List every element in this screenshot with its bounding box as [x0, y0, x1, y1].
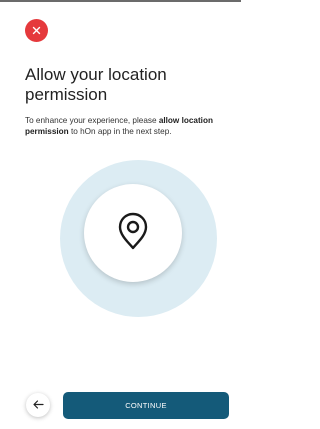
close-icon [32, 26, 41, 35]
continue-button[interactable]: CONTINUE [63, 392, 229, 419]
location-illustration [84, 184, 182, 282]
description-text: To enhance your experience, please allow… [25, 115, 230, 137]
description-prefix: To enhance your experience, please [25, 116, 159, 125]
close-button[interactable] [25, 19, 48, 42]
page-title: Allow your location permission [25, 65, 167, 104]
arrow-left-icon [32, 396, 44, 414]
description-suffix: to hOn app in the next step. [68, 127, 172, 136]
top-divider [0, 0, 241, 2]
location-pin-icon [116, 211, 150, 256]
back-button[interactable] [26, 393, 50, 417]
